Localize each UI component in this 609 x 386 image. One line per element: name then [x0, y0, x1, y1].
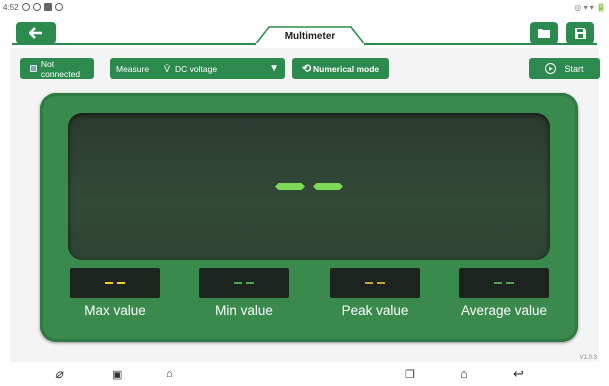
stat-dash: [494, 282, 502, 284]
connection-status-label: Not connected: [40, 58, 81, 79]
app-status-icon: [44, 3, 52, 11]
stat-label: Max value: [84, 303, 146, 318]
back-arrow-icon: [29, 27, 42, 39]
recent-apps-icon[interactable]: ❐: [405, 368, 415, 381]
multimeter-display: [68, 113, 550, 260]
stat-2: Peak value: [330, 268, 420, 318]
folder-icon: [538, 29, 550, 38]
stat-dash: [246, 282, 254, 284]
stat-dash: [117, 282, 125, 284]
diagnostic-app-icon[interactable]: ⌀: [55, 366, 63, 382]
numerical-mode-button[interactable]: ⟲ Numerical mode: [292, 58, 389, 79]
status-icons: [22, 3, 63, 11]
status-bar: 4:52 ◎ ▾ ▾ 🔋: [0, 0, 609, 16]
connection-indicator-icon: [30, 65, 37, 72]
dc-voltage-symbol-icon: V̄: [164, 63, 171, 74]
vci-icon[interactable]: ⌂: [166, 368, 173, 380]
version-label: V1.0.3: [579, 355, 597, 361]
page-title: Multimeter: [284, 31, 336, 42]
refresh-icon: ⟲: [301, 63, 312, 75]
play-circle-icon: ▶: [545, 63, 557, 74]
stat-value-display: [459, 268, 549, 298]
mode-label: Numerical mode: [313, 63, 380, 74]
stat-0: Max value: [70, 268, 160, 318]
stat-value-display: [199, 268, 289, 298]
stat-label: Min value: [215, 303, 273, 318]
save-button[interactable]: [566, 22, 594, 44]
screenshot-icon[interactable]: ▣: [112, 368, 122, 381]
status-time: 4:52: [3, 3, 19, 12]
reading-dash: [275, 183, 305, 190]
back-button[interactable]: [16, 22, 56, 44]
tab-multimeter[interactable]: Multimeter: [255, 26, 365, 46]
stat-3: Average value: [459, 268, 549, 318]
sync-status-icon: [33, 3, 41, 11]
measure-value: DC voltage: [175, 63, 218, 74]
open-folder-button[interactable]: [530, 22, 558, 44]
home-icon[interactable]: ⌂: [460, 366, 468, 381]
reading-value: [68, 113, 550, 260]
measure-select[interactable]: Measure V̄ DC voltage ▼: [110, 58, 285, 79]
notification-status-icon: [55, 3, 63, 11]
stat-1: Min value: [199, 268, 289, 318]
system-nav-bar: ⌀ ▣ ⌂ ❐ ⌂ ↩: [0, 362, 609, 386]
stat-label: Average value: [460, 303, 548, 318]
save-icon: [574, 27, 586, 39]
start-label: Start: [564, 63, 584, 74]
stat-dash: [105, 282, 113, 284]
stat-label: Peak value: [341, 303, 409, 318]
back-nav-icon[interactable]: ↩: [513, 366, 524, 382]
stat-dash: [234, 282, 242, 284]
settings-status-icon: [22, 3, 30, 11]
stat-dash: [506, 282, 514, 284]
reading-dash: [313, 183, 343, 190]
connection-status: Not connected: [20, 58, 94, 79]
caret-down-icon: ▼: [269, 63, 279, 74]
stat-dash: [377, 282, 385, 284]
stat-value-display: [70, 268, 160, 298]
stat-value-display: [330, 268, 420, 298]
status-right-icons: ◎ ▾ ▾ 🔋: [574, 3, 606, 12]
measure-label: Measure: [116, 63, 150, 74]
start-button[interactable]: ▶ Start: [529, 58, 600, 79]
stat-dash: [365, 282, 373, 284]
